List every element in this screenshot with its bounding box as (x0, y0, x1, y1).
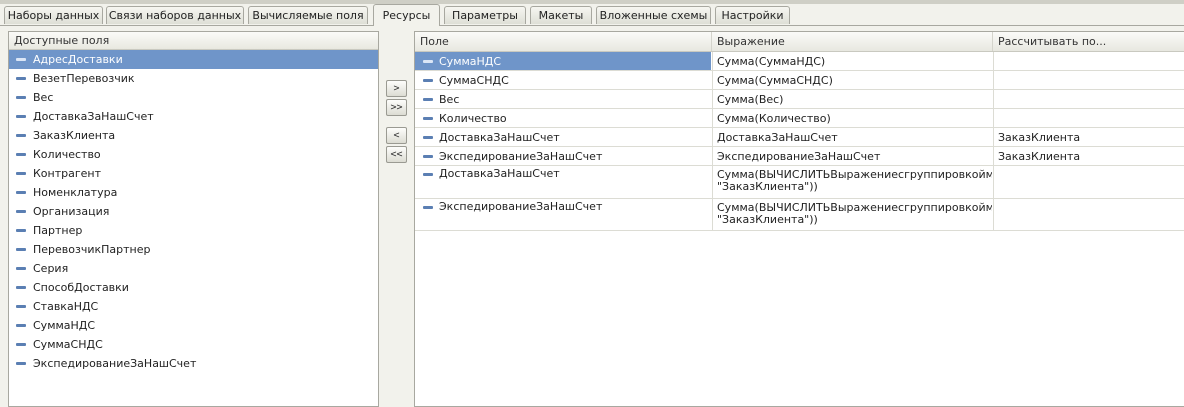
table-row[interactable]: Количество Сумма(Количество) (415, 109, 1184, 128)
list-item[interactable]: Организация (9, 202, 378, 221)
list-item[interactable]: Контрагент (9, 164, 378, 183)
list-item[interactable]: ДоставкаЗаНашСчет (9, 107, 378, 126)
available-fields-list[interactable]: Доступные поля АдресДоставки ВезетПерево… (8, 31, 379, 407)
calc-by-cell[interactable] (993, 166, 1184, 198)
field-icon (423, 117, 433, 120)
table-row[interactable]: СуммаНДС Сумма(СуммаНДС) (415, 52, 1184, 71)
expression-cell[interactable]: Сумма(СуммаНДС) (712, 52, 992, 70)
tab-parameters[interactable]: Параметры (444, 6, 526, 24)
calc-by-cell[interactable] (993, 52, 1184, 70)
expression-cell[interactable]: Сумма(Количество) (712, 109, 992, 127)
field-icon (16, 153, 26, 156)
field-icon (16, 96, 26, 99)
field-icon (16, 286, 26, 289)
table-row[interactable]: СуммаСНДС Сумма(СуммаСНДС) (415, 71, 1184, 90)
list-item[interactable]: Партнер (9, 221, 378, 240)
tab-resources[interactable]: Ресурсы (373, 4, 440, 26)
list-item[interactable]: ПеревозчикПартнер (9, 240, 378, 259)
tab-nested-schemas[interactable]: Вложенные схемы (596, 6, 711, 24)
field-cell[interactable]: ДоставкаЗаНашСчет (415, 128, 711, 146)
field-icon (16, 305, 26, 308)
add-field-button[interactable]: > (386, 80, 407, 97)
expression-cell[interactable]: Сумма(ВЫЧИСЛИТЬВыражениесгруппировкоймас… (712, 199, 992, 230)
available-fields-header: Доступные поля (9, 32, 378, 50)
list-item[interactable]: АдресДоставки (9, 50, 378, 69)
column-header-calc-by[interactable]: Рассчитывать по... (993, 32, 1106, 51)
tab-dataset-links[interactable]: Связи наборов данных (106, 6, 244, 24)
expression-cell[interactable]: Сумма(СуммаСНДС) (712, 71, 992, 89)
field-icon (16, 58, 26, 61)
field-icon (16, 324, 26, 327)
column-header-expression[interactable]: Выражение (712, 32, 785, 51)
field-icon (423, 155, 433, 158)
field-icon (16, 115, 26, 118)
field-icon (423, 60, 433, 63)
calc-by-cell[interactable] (993, 109, 1184, 127)
tab-calculated-fields[interactable]: Вычисляемые поля (248, 6, 368, 24)
list-item[interactable]: СуммаСНДС (9, 335, 378, 354)
expression-cell[interactable]: ДоставкаЗаНашСчет (712, 128, 992, 146)
field-cell[interactable]: Количество (415, 109, 711, 127)
tab-divider (0, 25, 1184, 26)
calc-by-cell[interactable] (993, 90, 1184, 108)
calc-by-cell[interactable]: ЗаказКлиента (993, 128, 1184, 146)
tab-templates[interactable]: Макеты (530, 6, 592, 24)
table-row[interactable]: ДоставкаЗаНашСчет ДоставкаЗаНашСчет Зака… (415, 128, 1184, 147)
table-row[interactable]: ЭкспедированиеЗаНашСчет ЭкспедированиеЗа… (415, 147, 1184, 166)
field-icon (423, 98, 433, 101)
table-row[interactable]: Вес Сумма(Вес) (415, 90, 1184, 109)
field-icon (16, 362, 26, 365)
list-item[interactable]: Количество (9, 145, 378, 164)
field-icon (16, 229, 26, 232)
list-item[interactable]: ЭкспедированиеЗаНашСчет (9, 354, 378, 373)
tab-bar: Наборы данных Связи наборов данных Вычис… (0, 4, 1184, 26)
list-item[interactable]: Номенклатура (9, 183, 378, 202)
calc-by-cell[interactable]: ЗаказКлиента (993, 147, 1184, 165)
table-row[interactable]: ЭкспедированиеЗаНашСчет Сумма(ВЫЧИСЛИТЬВ… (415, 199, 1184, 231)
list-item[interactable]: Серия (9, 259, 378, 278)
field-icon (16, 134, 26, 137)
field-icon (16, 172, 26, 175)
field-icon (423, 206, 433, 209)
resources-table-header: Поле Выражение Рассчитывать по... (415, 32, 1184, 52)
field-icon (423, 136, 433, 139)
field-icon (16, 210, 26, 213)
tab-settings[interactable]: Настройки (715, 6, 790, 24)
field-icon (16, 267, 26, 270)
add-all-fields-button[interactable]: >> (386, 99, 407, 116)
field-cell[interactable]: ДоставкаЗаНашСчет (415, 166, 711, 198)
field-icon (423, 79, 433, 82)
column-header-field[interactable]: Поле (415, 32, 449, 51)
resources-table[interactable]: Поле Выражение Рассчитывать по... СуммаН… (414, 31, 1184, 407)
expression-cell[interactable]: Сумма(ВЫЧИСЛИТЬВыражениесгруппировкоймас… (712, 166, 992, 198)
tab-datasets[interactable]: Наборы данных (4, 6, 103, 24)
field-icon (16, 248, 26, 251)
remove-field-button[interactable]: < (386, 127, 407, 144)
field-cell[interactable]: ЭкспедированиеЗаНашСчет (415, 199, 711, 230)
field-icon (16, 77, 26, 80)
list-item[interactable]: СуммаНДС (9, 316, 378, 335)
field-cell[interactable]: Вес (415, 90, 711, 108)
field-cell[interactable]: СуммаСНДС (415, 71, 711, 89)
table-row[interactable]: ДоставкаЗаНашСчет Сумма(ВЫЧИСЛИТЬВыражен… (415, 166, 1184, 199)
calc-by-cell[interactable] (993, 199, 1184, 230)
list-item[interactable]: Вес (9, 88, 378, 107)
remove-all-fields-button[interactable]: << (386, 146, 407, 163)
list-item[interactable]: СпособДоставки (9, 278, 378, 297)
expression-cell[interactable]: ЭкспедированиеЗаНашСчет (712, 147, 992, 165)
expression-cell[interactable]: Сумма(Вес) (712, 90, 992, 108)
field-icon (16, 191, 26, 194)
field-cell[interactable]: СуммаНДС (415, 52, 711, 70)
list-item[interactable]: ВезетПеревозчик (9, 69, 378, 88)
field-cell[interactable]: ЭкспедированиеЗаНашСчет (415, 147, 711, 165)
list-item[interactable]: СтавкаНДС (9, 297, 378, 316)
list-item[interactable]: ЗаказКлиента (9, 126, 378, 145)
field-icon (423, 173, 433, 176)
field-icon (16, 343, 26, 346)
calc-by-cell[interactable] (993, 71, 1184, 89)
